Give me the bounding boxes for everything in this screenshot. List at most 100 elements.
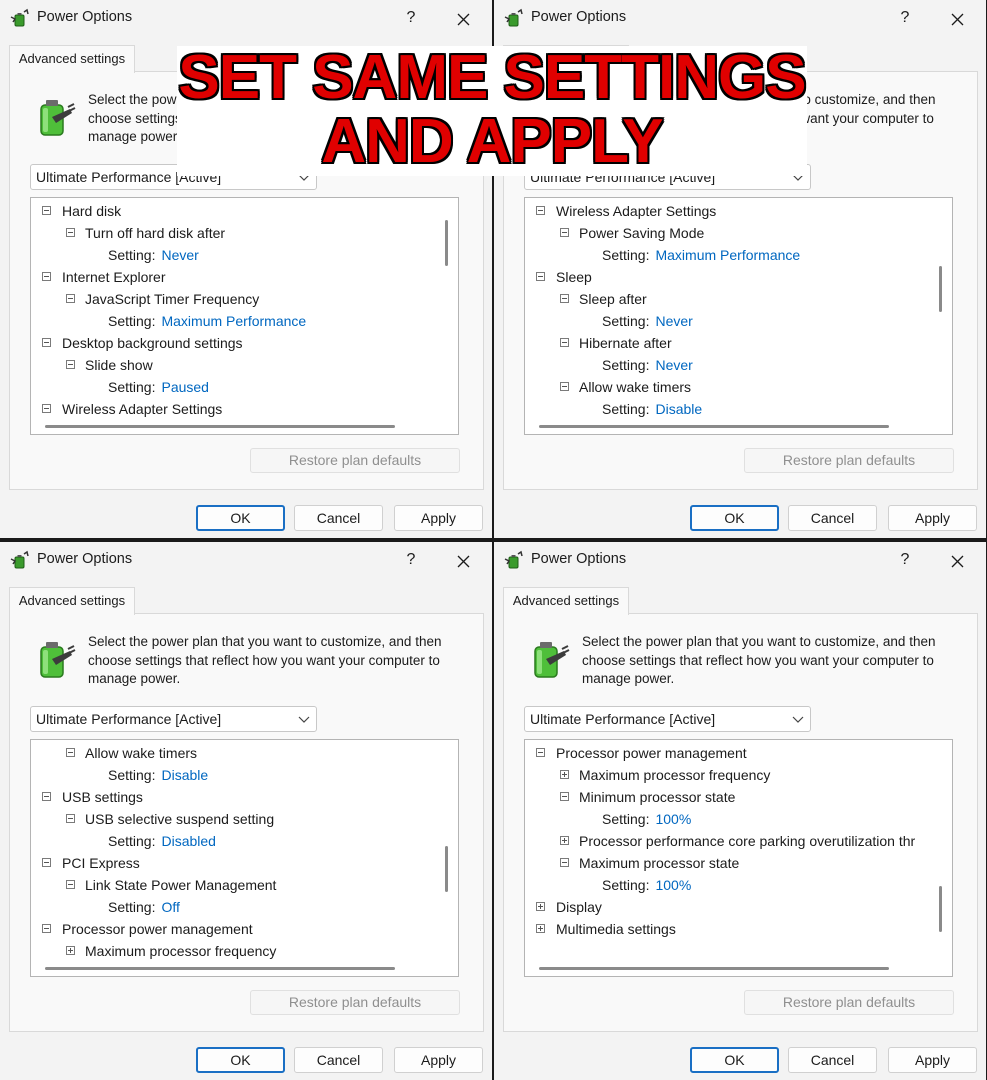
- tree-node[interactable]: Allow wake timers: [560, 376, 691, 398]
- tree-node[interactable]: Wireless Adapter Settings: [42, 398, 222, 418]
- tree-node[interactable]: PCI Express: [42, 852, 140, 874]
- tree-node[interactable]: Multimedia settings: [536, 918, 676, 940]
- horizontal-scrollbar[interactable]: [45, 967, 395, 970]
- expand-plus-icon[interactable]: [536, 902, 545, 911]
- tree-node[interactable]: Display: [536, 896, 602, 918]
- close-button[interactable]: [448, 4, 478, 32]
- tab-advanced-settings[interactable]: Advanced settings: [503, 587, 629, 615]
- collapse-minus-icon[interactable]: [66, 814, 75, 823]
- horizontal-scrollbar[interactable]: [45, 425, 395, 428]
- tree-setting-row[interactable]: Setting: Off: [108, 896, 180, 918]
- setting-value-link[interactable]: Disable: [655, 401, 702, 417]
- setting-value-link[interactable]: Maximum Performance: [161, 313, 306, 329]
- tree-node[interactable]: Processor performance core parking overu…: [560, 830, 915, 852]
- setting-value-link[interactable]: Maximum Performance: [655, 247, 800, 263]
- power-plan-dropdown[interactable]: Ultimate Performance [Active]: [30, 706, 317, 732]
- tree-node[interactable]: Power Saving Mode: [560, 222, 704, 244]
- tree-node[interactable]: Turn off hard disk after: [66, 222, 225, 244]
- tree-setting-row[interactable]: Setting: Paused: [108, 376, 209, 398]
- tree-setting-row[interactable]: Setting: Disable: [108, 764, 208, 786]
- collapse-minus-icon[interactable]: [42, 206, 51, 215]
- tree-node[interactable]: Hibernate after: [560, 332, 672, 354]
- help-button[interactable]: ?: [398, 546, 424, 574]
- collapse-minus-icon[interactable]: [560, 382, 569, 391]
- tree-node[interactable]: Sleep after: [560, 288, 647, 310]
- setting-value-link[interactable]: 100%: [655, 877, 691, 893]
- tree-setting-row[interactable]: Setting: 100%: [602, 874, 691, 896]
- collapse-minus-icon[interactable]: [560, 228, 569, 237]
- expand-plus-icon[interactable]: [560, 836, 569, 845]
- tree-node[interactable]: Minimum processor state: [560, 786, 735, 808]
- collapse-minus-icon[interactable]: [42, 404, 51, 413]
- tree-setting-row[interactable]: Setting: Maximum Performance: [108, 310, 306, 332]
- tree-node[interactable]: Maximum processor state: [560, 852, 739, 874]
- settings-tree[interactable]: Hard disk Turn off hard disk after Setting…: [30, 197, 459, 435]
- collapse-minus-icon[interactable]: [42, 792, 51, 801]
- settings-tree[interactable]: Allow wake timers Setting: Disable USB sett…: [30, 739, 459, 977]
- tree-node[interactable]: USB settings: [42, 786, 143, 808]
- apply-button[interactable]: Apply: [394, 505, 483, 531]
- expand-plus-icon[interactable]: [536, 924, 545, 933]
- tree-node[interactable]: Desktop background settings: [42, 332, 243, 354]
- tree-setting-row[interactable]: Setting: Never: [602, 354, 693, 376]
- collapse-minus-icon[interactable]: [560, 294, 569, 303]
- expand-plus-icon[interactable]: [560, 770, 569, 779]
- setting-value-link[interactable]: Never: [655, 357, 692, 373]
- collapse-minus-icon[interactable]: [66, 294, 75, 303]
- collapse-minus-icon[interactable]: [66, 880, 75, 889]
- collapse-minus-icon[interactable]: [42, 924, 51, 933]
- horizontal-scrollbar[interactable]: [539, 967, 889, 970]
- setting-value-link[interactable]: Off: [161, 899, 179, 915]
- vertical-scrollbar[interactable]: [445, 220, 448, 266]
- cancel-button[interactable]: Cancel: [788, 505, 877, 531]
- restore-defaults-button[interactable]: Restore plan defaults: [744, 448, 954, 473]
- setting-value-link[interactable]: Disabled: [161, 833, 215, 849]
- tree-setting-row[interactable]: Setting: Never: [602, 310, 693, 332]
- tree-setting-row[interactable]: Setting: Disable: [602, 398, 702, 418]
- collapse-minus-icon[interactable]: [66, 360, 75, 369]
- restore-defaults-button[interactable]: Restore plan defaults: [250, 990, 460, 1015]
- ok-button[interactable]: OK: [690, 505, 779, 531]
- help-button[interactable]: ?: [398, 4, 424, 32]
- setting-value-link[interactable]: Never: [161, 247, 198, 263]
- apply-button[interactable]: Apply: [394, 1047, 483, 1073]
- horizontal-scrollbar[interactable]: [539, 425, 889, 428]
- power-plan-dropdown[interactable]: Ultimate Performance [Active]: [524, 706, 811, 732]
- tree-node[interactable]: USB selective suspend setting: [66, 808, 274, 830]
- cancel-button[interactable]: Cancel: [788, 1047, 877, 1073]
- apply-button[interactable]: Apply: [888, 505, 977, 531]
- tree-node[interactable]: JavaScript Timer Frequency: [66, 288, 259, 310]
- help-button[interactable]: ?: [892, 546, 918, 574]
- restore-defaults-button[interactable]: Restore plan defaults: [744, 990, 954, 1015]
- vertical-scrollbar[interactable]: [939, 886, 942, 932]
- collapse-minus-icon[interactable]: [66, 748, 75, 757]
- expand-plus-icon[interactable]: [66, 946, 75, 955]
- close-button[interactable]: [942, 4, 972, 32]
- tree-node[interactable]: Processor power management: [42, 918, 253, 940]
- tree-node[interactable]: Processor power management: [536, 742, 747, 764]
- collapse-minus-icon[interactable]: [560, 338, 569, 347]
- tree-setting-row[interactable]: Setting: Maximum Performance: [602, 244, 800, 266]
- setting-value-link[interactable]: Paused: [161, 379, 208, 395]
- tree-node[interactable]: Slide show: [66, 354, 153, 376]
- tree-node[interactable]: Hard disk: [42, 200, 121, 222]
- setting-value-link[interactable]: 100%: [655, 811, 691, 827]
- tree-setting-row[interactable]: Setting: Never: [108, 244, 199, 266]
- collapse-minus-icon[interactable]: [536, 272, 545, 281]
- cancel-button[interactable]: Cancel: [294, 1047, 383, 1073]
- settings-tree[interactable]: Wireless Adapter Settings Power Saving Mo…: [524, 197, 953, 435]
- close-button[interactable]: [942, 546, 972, 574]
- setting-value-link[interactable]: Disable: [161, 767, 208, 783]
- collapse-minus-icon[interactable]: [42, 858, 51, 867]
- help-button[interactable]: ?: [892, 4, 918, 32]
- tree-node[interactable]: Link State Power Management: [66, 874, 276, 896]
- tab-advanced-settings[interactable]: Advanced settings: [9, 587, 135, 615]
- tree-node[interactable]: Maximum processor frequency: [66, 940, 276, 960]
- tree-setting-row[interactable]: Setting: Disabled: [108, 830, 216, 852]
- apply-button[interactable]: Apply: [888, 1047, 977, 1073]
- collapse-minus-icon[interactable]: [536, 206, 545, 215]
- collapse-minus-icon[interactable]: [42, 272, 51, 281]
- ok-button[interactable]: OK: [690, 1047, 779, 1073]
- collapse-minus-icon[interactable]: [66, 228, 75, 237]
- tree-node[interactable]: Allow wake timers: [66, 742, 197, 764]
